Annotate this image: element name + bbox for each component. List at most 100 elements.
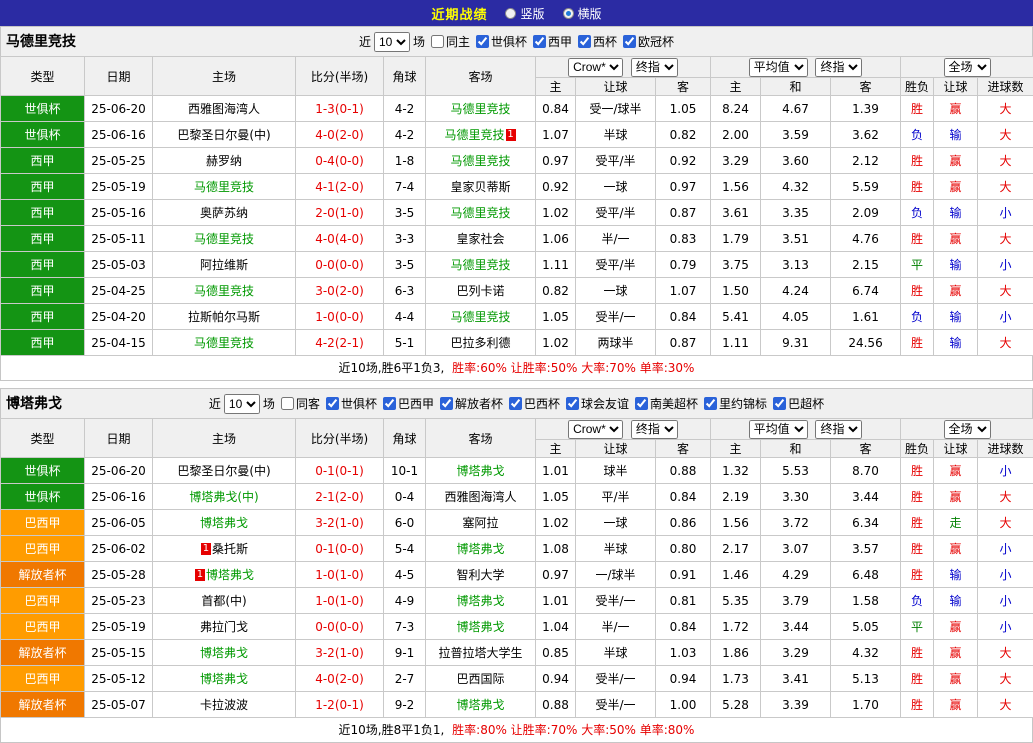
home-team-name[interactable]: 巴黎圣日尔曼(中) (177, 128, 270, 142)
away-team-name[interactable]: 巴西国际 (456, 672, 504, 686)
euro-odds-time-select[interactable]: 终指 (815, 420, 862, 439)
home-team-name[interactable]: 博塔弗戈(中) (189, 490, 258, 504)
same-side-filter[interactable]: 同主 (425, 33, 470, 50)
competition-filter[interactable]: 世俱杯 (320, 395, 377, 412)
match-score[interactable]: 1-2(0-1) (296, 692, 384, 718)
away-team-name[interactable]: 博塔弗戈 (456, 620, 504, 634)
competition-filter[interactable]: 解放者杯 (434, 395, 503, 412)
match-score[interactable]: 1-0(1-0) (296, 562, 384, 588)
home-team-name[interactable]: 弗拉门戈 (200, 620, 248, 634)
away-team-name[interactable]: 皇家贝蒂斯 (450, 180, 510, 194)
layout-option-horizontal[interactable]: 横版 (563, 5, 602, 22)
away-team-name[interactable]: 塞阿拉 (462, 516, 498, 530)
home-team-name[interactable]: 博塔弗戈 (206, 568, 254, 582)
home-team-name[interactable]: 马德里竞技 (194, 336, 254, 350)
home-team-name[interactable]: 博塔弗戈 (200, 646, 248, 660)
match-score[interactable]: 1-0(1-0) (296, 588, 384, 614)
match-score[interactable]: 1-3(0-1) (296, 96, 384, 122)
match-score[interactable]: 0-1(0-1) (296, 458, 384, 484)
match-score[interactable]: 3-0(2-0) (296, 278, 384, 304)
competition-checkbox[interactable] (704, 397, 717, 410)
match-score[interactable]: 4-1(2-0) (296, 174, 384, 200)
competition-filter[interactable]: 欧冠杯 (617, 33, 674, 50)
match-score[interactable]: 1-0(0-0) (296, 304, 384, 330)
home-team-name[interactable]: 马德里竞技 (194, 232, 254, 246)
same-side-filter[interactable]: 同客 (275, 395, 320, 412)
competition-checkbox[interactable] (623, 35, 636, 48)
competition-filter[interactable]: 巴西甲 (377, 395, 434, 412)
home-team-name[interactable]: 马德里竞技 (194, 284, 254, 298)
competition-checkbox[interactable] (578, 35, 591, 48)
asian-odds-time-select[interactable]: 终指 (631, 58, 678, 77)
bookmaker-select[interactable]: Crow* (568, 420, 623, 439)
away-team-name[interactable]: 马德里竞技 (444, 128, 504, 142)
competition-filter[interactable]: 球会友谊 (560, 395, 629, 412)
match-score[interactable]: 3-2(1-0) (296, 510, 384, 536)
competition-checkbox[interactable] (326, 397, 339, 410)
competition-filter[interactable]: 西甲 (527, 33, 572, 50)
bookmaker-select[interactable]: Crow* (568, 58, 623, 77)
competition-checkbox[interactable] (509, 397, 522, 410)
match-score[interactable]: 0-0(0-0) (296, 252, 384, 278)
home-team-name[interactable]: 马德里竞技 (194, 180, 254, 194)
competition-checkbox[interactable] (773, 397, 786, 410)
competition-checkbox[interactable] (440, 397, 453, 410)
match-score[interactable]: 0-1(0-0) (296, 536, 384, 562)
euro-odds-source-select[interactable]: 平均值 (749, 420, 808, 439)
euro-odds-time-select[interactable]: 终指 (815, 58, 862, 77)
competition-filter[interactable]: 巴超杯 (767, 395, 824, 412)
competition-filter[interactable]: 西杯 (572, 33, 617, 50)
away-team-name[interactable]: 西雅图海湾人 (444, 490, 516, 504)
competition-filter[interactable]: 巴西杯 (503, 395, 560, 412)
radio-unselected-icon[interactable] (505, 8, 516, 19)
match-score[interactable]: 4-0(2-0) (296, 122, 384, 148)
scope-select[interactable]: 全场 (944, 58, 991, 77)
competition-filter[interactable]: 里约锦标 (698, 395, 767, 412)
competition-checkbox[interactable] (635, 397, 648, 410)
away-team-name[interactable]: 马德里竞技 (450, 154, 510, 168)
home-team-name[interactable]: 巴黎圣日尔曼(中) (177, 464, 270, 478)
away-team-name[interactable]: 马德里竞技 (450, 206, 510, 220)
scope-select[interactable]: 全场 (944, 420, 991, 439)
same-side-checkbox[interactable] (431, 35, 444, 48)
match-score[interactable]: 4-0(2-0) (296, 666, 384, 692)
away-team-name[interactable]: 巴拉多利德 (450, 336, 510, 350)
euro-odds-source-select[interactable]: 平均值 (749, 58, 808, 77)
match-score[interactable]: 0-0(0-0) (296, 614, 384, 640)
radio-selected-icon[interactable] (563, 8, 574, 19)
away-team-name[interactable]: 博塔弗戈 (456, 594, 504, 608)
away-team-name[interactable]: 拉普拉塔大学生 (438, 646, 522, 660)
away-team-name[interactable]: 智利大学 (456, 568, 504, 582)
home-team-name[interactable]: 博塔弗戈 (200, 516, 248, 530)
home-team-name[interactable]: 拉斯帕尔马斯 (188, 310, 260, 324)
match-score[interactable]: 3-2(1-0) (296, 640, 384, 666)
home-team-name[interactable]: 首都(中) (201, 594, 246, 608)
home-team-name[interactable]: 卡拉波波 (200, 698, 248, 712)
asian-odds-time-select[interactable]: 终指 (631, 420, 678, 439)
match-score[interactable]: 2-0(1-0) (296, 200, 384, 226)
competition-checkbox[interactable] (533, 35, 546, 48)
match-score[interactable]: 4-0(4-0) (296, 226, 384, 252)
match-score[interactable]: 0-4(0-0) (296, 148, 384, 174)
match-score[interactable]: 4-2(2-1) (296, 330, 384, 356)
competition-filter[interactable]: 南美超杯 (629, 395, 698, 412)
match-count-select[interactable]: 10 (224, 394, 260, 414)
match-score[interactable]: 2-1(2-0) (296, 484, 384, 510)
away-team-name[interactable]: 巴列卡诺 (456, 284, 504, 298)
away-team-name[interactable]: 博塔弗戈 (456, 542, 504, 556)
home-team-name[interactable]: 桑托斯 (212, 542, 248, 556)
away-team-name[interactable]: 博塔弗戈 (456, 698, 504, 712)
home-team-name[interactable]: 博塔弗戈 (200, 672, 248, 686)
competition-checkbox[interactable] (383, 397, 396, 410)
away-team-name[interactable]: 马德里竞技 (450, 258, 510, 272)
same-side-checkbox[interactable] (281, 397, 294, 410)
layout-option-vertical[interactable]: 竖版 (505, 5, 544, 22)
competition-checkbox[interactable] (566, 397, 579, 410)
competition-checkbox[interactable] (476, 35, 489, 48)
home-team-name[interactable]: 奥萨苏纳 (200, 206, 248, 220)
competition-filter[interactable]: 世俱杯 (470, 33, 527, 50)
home-team-name[interactable]: 赫罗纳 (206, 154, 242, 168)
match-count-select[interactable]: 10 (374, 32, 410, 52)
away-team-name[interactable]: 马德里竞技 (450, 102, 510, 116)
away-team-name[interactable]: 马德里竞技 (450, 310, 510, 324)
